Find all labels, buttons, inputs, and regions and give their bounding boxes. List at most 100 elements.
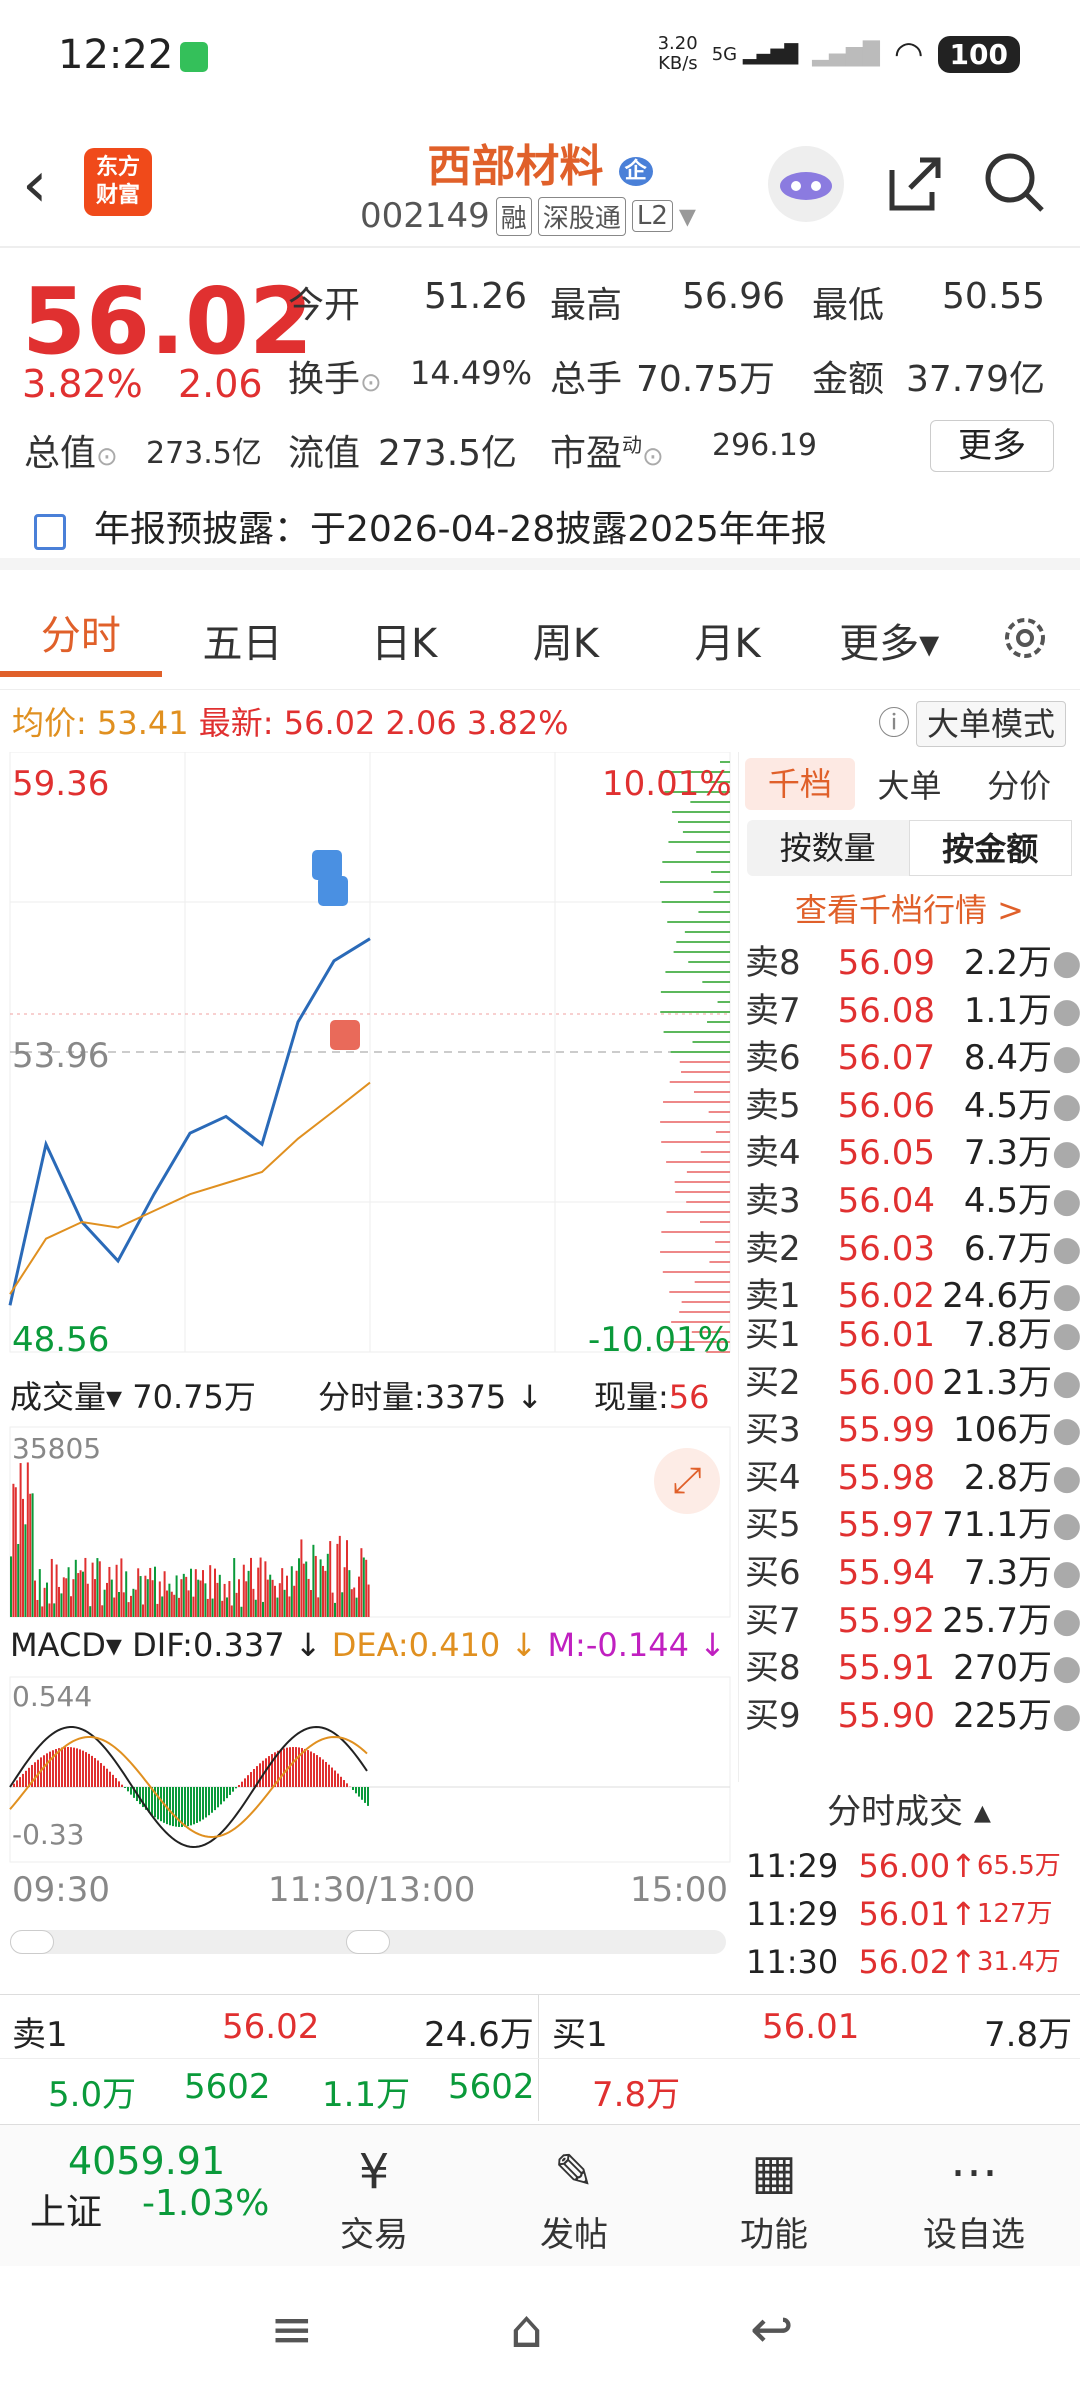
by-quantity-button[interactable]: 按数量 bbox=[747, 820, 909, 876]
volume-bar bbox=[293, 1586, 295, 1617]
tick-row: 11:30 56.02↑ 31.4万 bbox=[738, 1938, 1080, 1986]
trade-button[interactable]: ¥ 交易 bbox=[284, 2137, 464, 2256]
home-icon[interactable]: ⌂ bbox=[510, 2300, 543, 2360]
bid-list-container[interactable]: 买1 56.01 7.8万 ● 买2 56.00 21.3万 ● 买3 55.99 106万 ● 买4 5… bbox=[738, 1312, 1080, 1782]
macd-bar bbox=[364, 1787, 366, 1803]
tab-monthly-k[interactable]: 月K bbox=[647, 611, 809, 669]
volume-bar bbox=[332, 1593, 334, 1617]
big-order-mode-button[interactable]: 大单模式 bbox=[916, 701, 1066, 747]
bid-row[interactable]: 买4 55.98 2.8万 ● bbox=[739, 1455, 1080, 1503]
dot-icon: ● bbox=[1052, 988, 1074, 1036]
tab-five-day[interactable]: 五日 bbox=[162, 611, 324, 669]
settings-icon[interactable] bbox=[970, 610, 1080, 670]
tick-trades[interactable]: 分时成交 ▴ 11:29 56.00↑ 65.5万 11:29 56.01↑ 127万 11… bbox=[738, 1782, 1080, 1992]
volume-selector[interactable]: 成交量▾ bbox=[10, 1378, 122, 1416]
level1-quote: 卖1 56.02 24.6万 买1 56.01 7.8万 5.0万 5602 1… bbox=[0, 1994, 1080, 2120]
macd-bar bbox=[25, 1771, 27, 1787]
ask-row[interactable]: 卖4 56.05 7.3万 ● bbox=[739, 1130, 1080, 1178]
volume-bar bbox=[84, 1558, 86, 1617]
tab-weekly-k[interactable]: 周K bbox=[485, 611, 647, 669]
ask-volume: 7.3万 bbox=[935, 1130, 1052, 1178]
functions-button[interactable]: ▦ 功能 bbox=[684, 2137, 864, 2256]
volume-bar bbox=[125, 1571, 127, 1617]
bid-row[interactable]: 买2 56.00 21.3万 ● bbox=[739, 1360, 1080, 1408]
volume-bar bbox=[204, 1583, 206, 1617]
tab-daily-k[interactable]: 日K bbox=[323, 611, 485, 669]
tab-big-order[interactable]: 大单 bbox=[855, 761, 965, 807]
volume-bar bbox=[87, 1584, 89, 1617]
ask-row[interactable]: 卖1 56.02 24.6万 ● bbox=[739, 1273, 1080, 1312]
open-label: 今开 bbox=[288, 276, 360, 328]
order-book: 千档 大单 分价 按数量 按金额 查看千档行情 > 卖8 56.09 2.2万 ● 卖7… bbox=[738, 752, 1080, 1312]
more-button[interactable]: 更多 bbox=[930, 420, 1054, 472]
ask-row[interactable]: 卖5 56.06 4.5万 ● bbox=[739, 1083, 1080, 1131]
ask-row[interactable]: 卖2 56.03 6.7万 ● bbox=[739, 1226, 1080, 1274]
help-icon[interactable]: ⓘ bbox=[878, 695, 910, 751]
tab-thousand-level[interactable]: 千档 bbox=[745, 758, 855, 810]
macd-selector[interactable]: MACD▾ bbox=[10, 1626, 122, 1664]
menu-icon[interactable]: ≡ bbox=[270, 2300, 314, 2360]
volume-bar bbox=[192, 1597, 194, 1617]
search-icon[interactable] bbox=[980, 148, 1050, 218]
ask-volume: 2.2万 bbox=[935, 940, 1052, 988]
ask-row[interactable]: 卖8 56.09 2.2万 ● bbox=[739, 940, 1080, 988]
volume-max-label: 35805 bbox=[12, 1432, 101, 1465]
volume-bar bbox=[341, 1592, 343, 1617]
dot-icon: ● bbox=[1052, 1083, 1074, 1131]
add-watchlist-button[interactable]: ⋯ 设自选 bbox=[884, 2137, 1064, 2256]
back-nav-icon[interactable]: ↩ bbox=[750, 2300, 794, 2360]
expand-icon[interactable]: ⤢ bbox=[654, 1448, 720, 1514]
view-thousand-level-link[interactable]: 查看千档行情 > bbox=[739, 880, 1080, 940]
volume-bar bbox=[17, 1544, 19, 1617]
high-label: 最高 bbox=[550, 276, 622, 328]
orderbook-toggle: 按数量 按金额 bbox=[747, 820, 1072, 876]
time-scrollbar[interactable] bbox=[10, 1930, 726, 1954]
ask-row[interactable]: 卖3 56.04 4.5万 ● bbox=[739, 1178, 1080, 1226]
volume-bar bbox=[202, 1570, 204, 1617]
volume-bar bbox=[365, 1560, 367, 1617]
index-ticker[interactable]: 4059.91 上证 -1.03% bbox=[30, 2139, 290, 2235]
ask-row[interactable]: 卖6 56.07 8.4万 ● bbox=[739, 1035, 1080, 1083]
bid-row[interactable]: 买5 55.97 71.1万 ● bbox=[739, 1502, 1080, 1550]
assistant-avatar[interactable] bbox=[768, 146, 844, 222]
tab-more[interactable]: 更多▾ bbox=[808, 611, 970, 669]
volume-bar bbox=[132, 1589, 134, 1617]
share-icon[interactable] bbox=[880, 148, 950, 218]
volume-bar bbox=[351, 1589, 353, 1617]
volume-bar bbox=[48, 1603, 50, 1617]
chart-tabs: 分时 五日 日K 周K 月K 更多▾ bbox=[0, 590, 1080, 690]
volume-bar bbox=[108, 1567, 110, 1617]
volume-bar bbox=[214, 1569, 216, 1617]
scroll-handle-right[interactable] bbox=[346, 1930, 390, 1954]
volume-bar bbox=[130, 1596, 132, 1617]
volume-bar bbox=[96, 1558, 98, 1617]
bid-row[interactable]: 买3 55.99 106万 ● bbox=[739, 1407, 1080, 1455]
bid-price: 55.97 bbox=[815, 1502, 935, 1550]
mktcap-label: 总值⊙ bbox=[24, 424, 118, 476]
volume-bar bbox=[53, 1603, 55, 1617]
sell-marker bbox=[312, 850, 342, 880]
bid-price: 55.90 bbox=[815, 1693, 935, 1741]
annual-report-notice[interactable]: 年报预披露：于2026-04-28披露2025年年报 bbox=[0, 490, 1080, 570]
bid-row[interactable]: 买6 55.94 7.3万 ● bbox=[739, 1550, 1080, 1598]
by-amount-button[interactable]: 按金额 bbox=[909, 820, 1073, 876]
tick-header[interactable]: 分时成交 ▴ bbox=[738, 1782, 1080, 1842]
bid-label: 买9 bbox=[745, 1693, 815, 1741]
intraday-chart[interactable]: 59.36 10.01% 53.96 48.56 -10.01% 成交量▾ 70… bbox=[0, 752, 736, 1972]
bid-row[interactable]: 买9 55.90 225万 ● bbox=[739, 1693, 1080, 1741]
macd-bar bbox=[313, 1753, 315, 1787]
tab-price-split[interactable]: 分价 bbox=[964, 761, 1074, 807]
ask-row[interactable]: 卖7 56.08 1.1万 ● bbox=[739, 988, 1080, 1036]
volume-bar bbox=[166, 1591, 168, 1617]
macd-bar bbox=[304, 1749, 306, 1787]
ask-label: 卖2 bbox=[745, 1226, 815, 1274]
scroll-handle-left[interactable] bbox=[10, 1930, 54, 1954]
bid-row[interactable]: 买7 55.92 25.7万 ● bbox=[739, 1598, 1080, 1646]
change-abs: 2.06 bbox=[178, 362, 263, 406]
bid-row[interactable]: 买8 55.91 270万 ● bbox=[739, 1645, 1080, 1693]
bid-row[interactable]: 买1 56.01 7.8万 ● bbox=[739, 1312, 1080, 1360]
post-button[interactable]: ✎ 发帖 bbox=[484, 2137, 664, 2256]
stock-code-row[interactable]: 002149 融 深股通 L2 ▾ bbox=[360, 196, 696, 236]
chevron-down-icon: ▾ bbox=[679, 196, 696, 236]
tab-intraday[interactable]: 分时 bbox=[0, 603, 162, 677]
